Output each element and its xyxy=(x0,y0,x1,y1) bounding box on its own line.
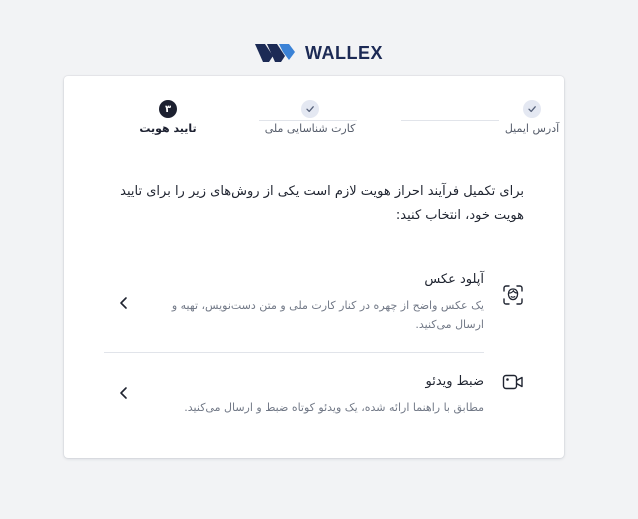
brand-name: WALLEX xyxy=(305,42,383,63)
option-record-video-title: ضبط ویدئو xyxy=(425,374,485,389)
face-scan-icon xyxy=(503,285,523,305)
wallex-logo-icon xyxy=(255,44,295,62)
verification-card: آدرس ایمیل کارت شناسایی ملی ۳ تایید هویت… xyxy=(64,76,564,458)
step-email-circle xyxy=(523,100,541,118)
chevron-left-icon[interactable] xyxy=(118,296,130,310)
video-camera-icon xyxy=(502,374,523,390)
step-identity-number: ۳ xyxy=(164,103,172,115)
check-icon xyxy=(528,106,536,113)
step-national-id-label: کارت شناسایی ملی xyxy=(264,122,356,135)
option-upload-photo-description: یک عکس واضح از چهره در کنار کارت ملی و م… xyxy=(171,299,484,331)
check-icon xyxy=(306,106,314,113)
brand-logo[interactable]: WALLEX xyxy=(0,42,638,64)
step-email-label: آدرس ایمیل xyxy=(504,122,560,135)
option-record-video-description: مطابق با راهنما ارائه شده، یک ویدئو کوتا… xyxy=(184,401,484,414)
verification-page: WALLEX آدرس ایمیل کارت شناسایی ملی ۳ تای… xyxy=(0,0,638,519)
options-divider xyxy=(104,352,484,353)
option-upload-photo[interactable]: آپلود عکس یک عکس واضح از چهره در کنار کا… xyxy=(104,268,524,342)
step-national-id-circle xyxy=(301,100,319,118)
step-email: آدرس ایمیل xyxy=(482,100,582,135)
option-record-video[interactable]: ضبط ویدئو مطابق با راهنما ارائه شده، یک … xyxy=(104,370,524,420)
step-identity-circle: ۳ xyxy=(159,100,177,118)
instruction-text: برای تکمیل فرآیند احراز هویت لازم است یک… xyxy=(120,184,524,223)
option-upload-photo-title: آپلود عکس xyxy=(424,272,484,287)
step-identity-label: تایید هویت xyxy=(139,122,197,135)
step-identity: ۳ تایید هویت xyxy=(118,100,218,135)
chevron-left-icon[interactable] xyxy=(118,386,130,400)
step-national-id: کارت شناسایی ملی xyxy=(240,100,380,135)
